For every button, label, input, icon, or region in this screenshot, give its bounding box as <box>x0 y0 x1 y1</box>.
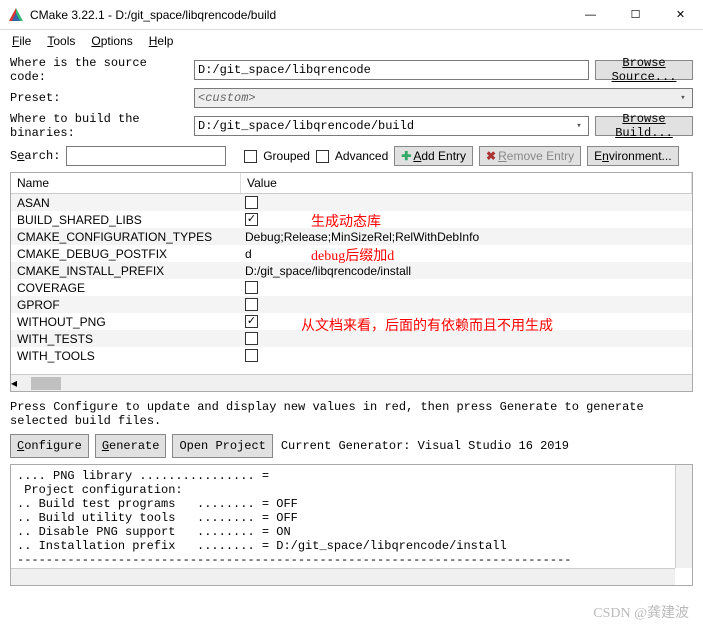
value-checkbox[interactable] <box>245 281 258 294</box>
menu-help[interactable]: Help <box>149 34 174 48</box>
configure-button[interactable]: Configure <box>10 434 89 458</box>
value-checkbox[interactable] <box>245 315 258 328</box>
advanced-label: Advanced <box>335 149 388 163</box>
cell-value[interactable] <box>241 196 692 209</box>
search-label: Search: <box>10 149 60 163</box>
source-label: Where is the source code: <box>10 56 188 84</box>
cell-name: CMAKE_DEBUG_POSTFIX <box>11 247 241 261</box>
cell-name: CMAKE_CONFIGURATION_TYPES <box>11 230 241 244</box>
value-checkbox[interactable] <box>245 298 258 311</box>
table-row[interactable]: COVERAGE <box>11 279 692 296</box>
close-button[interactable]: ✕ <box>658 0 703 30</box>
cell-name: WITH_TESTS <box>11 332 241 346</box>
menu-tools[interactable]: Tools <box>47 34 75 48</box>
table-row[interactable]: BUILD_SHARED_LIBS <box>11 211 692 228</box>
cell-value[interactable] <box>241 213 692 226</box>
output-panel[interactable]: .... PNG library ................ = Proj… <box>10 464 693 586</box>
cell-value[interactable] <box>241 332 692 345</box>
menu-options[interactable]: Options <box>91 34 132 48</box>
output-v-scrollbar[interactable] <box>675 465 692 568</box>
cell-value[interactable]: D:/git_space/libqrencode/install <box>241 264 692 278</box>
add-entry-button[interactable]: ✚Add Entry <box>394 146 473 166</box>
value-checkbox[interactable] <box>245 196 258 209</box>
value-checkbox[interactable] <box>245 213 258 226</box>
cell-name: COVERAGE <box>11 281 241 295</box>
chevron-down-icon: ▾ <box>676 90 690 106</box>
search-input[interactable] <box>66 146 226 166</box>
grouped-checkbox[interactable] <box>244 150 257 163</box>
app-icon <box>8 7 24 23</box>
advanced-checkbox[interactable] <box>316 150 329 163</box>
cell-name: GPROF <box>11 298 241 312</box>
generator-label: Current Generator: Visual Studio 16 2019 <box>281 439 569 453</box>
browse-source-button[interactable]: Browse Source... <box>595 60 693 80</box>
cell-name: WITHOUT_PNG <box>11 315 241 329</box>
title-bar: CMake 3.22.1 - D:/git_space/libqrencode/… <box>0 0 703 30</box>
cell-value[interactable]: Debug;Release;MinSizeRel;RelWithDebInfo <box>241 230 692 244</box>
column-value[interactable]: Value <box>241 173 692 193</box>
cache-table: Name Value ASANBUILD_SHARED_LIBSCMAKE_CO… <box>10 172 693 392</box>
cell-value[interactable] <box>241 315 692 328</box>
environment-button[interactable]: Environment... <box>587 146 678 166</box>
column-name[interactable]: Name <box>11 173 241 193</box>
cell-value[interactable] <box>241 298 692 311</box>
table-row[interactable]: WITHOUT_PNG <box>11 313 692 330</box>
table-row[interactable]: WITH_TOOLS <box>11 347 692 364</box>
source-input[interactable] <box>194 60 589 80</box>
watermark: CSDN @龚建波 <box>593 602 689 622</box>
table-row[interactable]: GPROF <box>11 296 692 313</box>
grouped-label: Grouped <box>263 149 310 163</box>
binaries-combo[interactable]: D:/git_space/libqrencode/build ▾ <box>194 116 589 136</box>
binaries-label: Where to build the binaries: <box>10 112 188 140</box>
open-project-button[interactable]: Open Project <box>172 434 272 458</box>
table-row[interactable]: CMAKE_CONFIGURATION_TYPESDebug;Release;M… <box>11 228 692 245</box>
x-icon: ✖ <box>486 149 496 163</box>
maximize-button[interactable]: ☐ <box>613 0 658 30</box>
output-h-scrollbar[interactable] <box>11 568 675 585</box>
chevron-down-icon: ▾ <box>572 118 586 134</box>
table-row[interactable]: ASAN <box>11 194 692 211</box>
table-row[interactable]: CMAKE_DEBUG_POSTFIXd <box>11 245 692 262</box>
remove-entry-button[interactable]: ✖Remove Entry <box>479 146 581 166</box>
preset-label: Preset: <box>10 91 188 105</box>
preset-combo[interactable]: <custom> ▾ <box>194 88 693 108</box>
value-checkbox[interactable] <box>245 349 258 362</box>
minimize-button[interactable]: — <box>568 0 613 30</box>
output-text: .... PNG library ................ = Proj… <box>17 469 572 567</box>
value-checkbox[interactable] <box>245 332 258 345</box>
browse-build-button[interactable]: Browse Build... <box>595 116 693 136</box>
table-row[interactable]: CMAKE_INSTALL_PREFIXD:/git_space/libqren… <box>11 262 692 279</box>
horizontal-scrollbar[interactable]: ◂ <box>11 374 692 391</box>
window-controls: — ☐ ✕ <box>568 0 703 30</box>
cell-value[interactable] <box>241 281 692 294</box>
cell-name: BUILD_SHARED_LIBS <box>11 213 241 227</box>
cell-name: ASAN <box>11 196 241 210</box>
info-text: Press Configure to update and display ne… <box>10 400 693 428</box>
cell-name: WITH_TOOLS <box>11 349 241 363</box>
cell-value[interactable] <box>241 349 692 362</box>
menu-bar: File Tools Options Help <box>0 30 703 52</box>
generate-button[interactable]: Generate <box>95 434 167 458</box>
menu-file[interactable]: File <box>12 34 31 48</box>
window-title: CMake 3.22.1 - D:/git_space/libqrencode/… <box>30 8 568 22</box>
binaries-value: D:/git_space/libqrencode/build <box>198 119 414 133</box>
preset-value: <custom> <box>198 91 256 105</box>
cell-name: CMAKE_INSTALL_PREFIX <box>11 264 241 278</box>
table-row[interactable]: WITH_TESTS <box>11 330 692 347</box>
cell-value[interactable]: d <box>241 247 692 261</box>
plus-icon: ✚ <box>401 149 411 163</box>
